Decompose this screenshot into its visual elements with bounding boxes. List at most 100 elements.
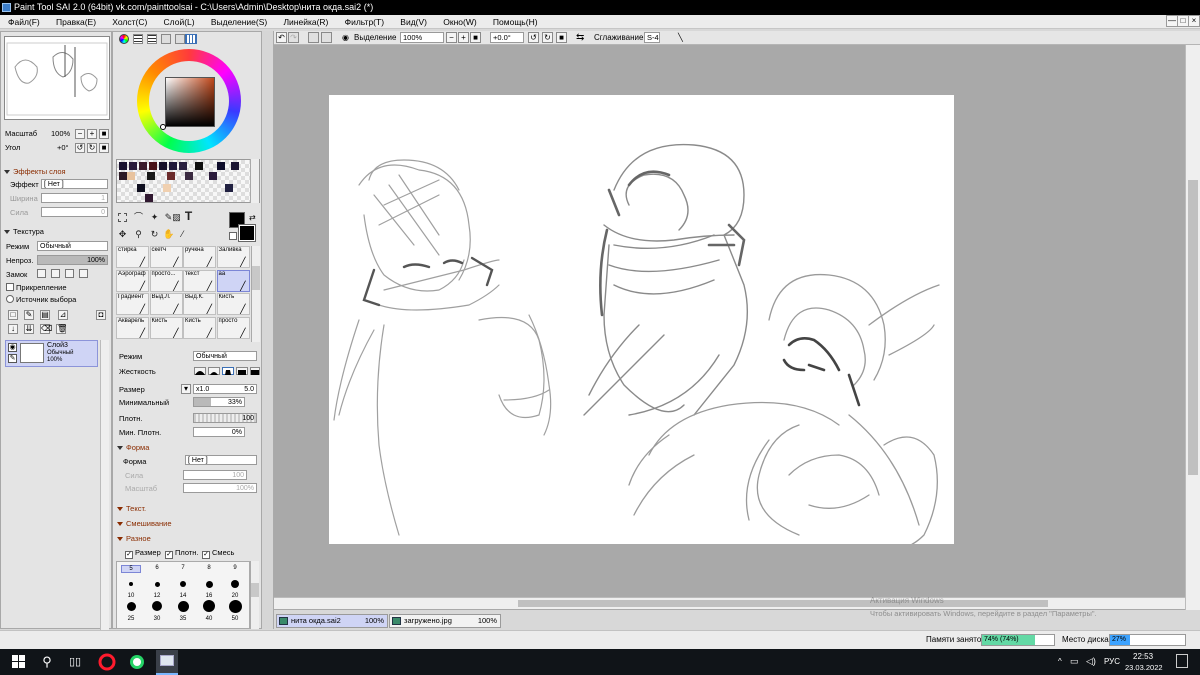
select-eraser-icon[interactable]: ▨	[171, 212, 182, 223]
panel-splitter[interactable]	[262, 31, 274, 629]
size-field[interactable]: x1.0 5.0	[193, 384, 257, 394]
vertical-scrollbar[interactable]	[1185, 45, 1200, 610]
layer-scrollbar[interactable]	[100, 340, 109, 646]
layer-pen-icon[interactable]: ✎	[8, 354, 17, 363]
brush-size-dot[interactable]	[126, 601, 136, 611]
brush-slot[interactable]: Кисть ╱	[216, 293, 250, 315]
navigator-preview[interactable]	[4, 36, 110, 120]
task-view-icon[interactable]: ▯▯	[66, 653, 84, 671]
selection-source-checkbox[interactable]: Источник выбора	[6, 295, 76, 304]
transparent-color-icon[interactable]	[229, 232, 237, 240]
painttool-sai-taskbar-icon[interactable]	[156, 650, 178, 675]
color-swatch[interactable]	[169, 162, 177, 170]
color-swatch[interactable]	[167, 172, 175, 180]
canvas-paper[interactable]	[329, 95, 954, 544]
brush-size-dot[interactable]	[231, 580, 239, 588]
color-swatches[interactable]	[116, 159, 260, 203]
rotate-tool-icon[interactable]: ↻	[149, 229, 160, 240]
color-wheel-mode-icon[interactable]	[119, 34, 129, 44]
close-button[interactable]: ×	[1188, 15, 1200, 27]
notifications-icon[interactable]	[1176, 654, 1188, 668]
color-swatch[interactable]	[163, 184, 171, 192]
network-icon[interactable]: ▭	[1070, 656, 1079, 667]
hardness-selector[interactable]	[193, 365, 260, 377]
clear-layer-button[interactable]: ⌫	[40, 324, 52, 334]
brush-slot[interactable]: просто... ╱	[149, 269, 183, 292]
transfer-down-button[interactable]: ↓	[8, 324, 18, 334]
menu-file[interactable]: Файл(F)	[0, 15, 46, 29]
brush-slot[interactable]: текст ╱	[183, 269, 216, 292]
toolbar-rotate-left-button[interactable]: ↺	[528, 32, 539, 43]
tab-document-2[interactable]: загружено.jpg 100%	[389, 614, 501, 628]
texture-header[interactable]: Текстура	[4, 227, 44, 236]
angle-field[interactable]: +0.0°	[490, 32, 524, 43]
lasso-icon[interactable]: ⌒	[133, 212, 144, 223]
brush-slot[interactable]: Градиент ╱	[116, 293, 149, 315]
rotate-reset-button[interactable]: ■	[99, 143, 109, 153]
min-density-slider[interactable]: 0%	[193, 427, 245, 437]
swap-colors-icon[interactable]: ⇄	[249, 213, 256, 222]
size-dropdown-button[interactable]: ▾	[181, 384, 191, 394]
menu-edit[interactable]: Правка(E)	[48, 15, 102, 29]
delete-layer-icon[interactable]: 🗑	[56, 324, 67, 334]
hand-tool-icon[interactable]: ✋	[163, 229, 174, 240]
menu-window[interactable]: Окно(W)	[435, 15, 482, 29]
layer-effects-header[interactable]: Эффекты слоя	[4, 167, 66, 176]
scratchpad-mode-icon[interactable]	[185, 34, 197, 44]
select-rect-icon[interactable]	[118, 213, 127, 222]
brush-size-dot[interactable]	[228, 599, 242, 613]
opacity-slider[interactable]: 100%	[37, 255, 108, 265]
swatches-mode-icon[interactable]	[175, 34, 185, 44]
pressure-density-checkbox[interactable]: ✓ Плотн.	[165, 548, 199, 559]
misc-header[interactable]: Разное	[117, 534, 151, 543]
brush-slot[interactable]: Акварель ╱	[116, 316, 149, 339]
windows-start-icon[interactable]	[10, 653, 28, 671]
background-color[interactable]	[238, 224, 256, 242]
whatsapp-icon[interactable]	[128, 653, 146, 671]
brush-size-preset[interactable]: 5	[121, 565, 141, 573]
saturation-value-square[interactable]	[165, 77, 215, 127]
menu-help[interactable]: Помощь(H)	[485, 15, 544, 29]
pressure-size-checkbox[interactable]: ✓ Размер	[125, 548, 161, 559]
brush-slot[interactable]: Кисть ╱	[149, 316, 183, 339]
scale-value[interactable]: 100%	[51, 129, 70, 138]
color-swatch[interactable]	[137, 184, 145, 192]
menu-ruler[interactable]: Линейка(R)	[275, 15, 334, 29]
brush-size-dot[interactable]	[177, 600, 189, 612]
new-linework-layer-button[interactable]: ✎	[24, 310, 34, 320]
new-folder-button[interactable]: ▤	[40, 310, 50, 320]
redo-button[interactable]: ↷	[288, 32, 299, 43]
layer-mask-button[interactable]: ◘	[96, 310, 106, 320]
brush-size-dot[interactable]	[129, 582, 133, 586]
brush-size-dot[interactable]	[152, 601, 162, 611]
flip-horizontal-icon[interactable]: ⇆	[576, 32, 584, 43]
deselect-button[interactable]	[308, 32, 319, 43]
eyedropper-icon[interactable]: ⁄	[177, 229, 188, 240]
brush-slot[interactable]: Заливка ╱	[216, 246, 250, 268]
rgb-slider-mode-icon[interactable]	[133, 34, 143, 44]
stabilizer-select[interactable]: S-4	[644, 32, 660, 43]
brush-grid-scrollbar[interactable]	[251, 246, 260, 342]
color-swatch[interactable]	[231, 162, 239, 170]
color-swatch[interactable]	[159, 162, 167, 170]
brush-slot[interactable]: Выд.Л. ╱	[149, 293, 183, 315]
pressure-blend-checkbox[interactable]: ✓ Смесь	[202, 548, 234, 559]
zoom-reset-button[interactable]: ■	[99, 129, 109, 139]
swatch-scrollbar[interactable]	[250, 159, 259, 203]
color-picker-handle[interactable]	[160, 124, 166, 130]
toolbar-zoom-reset-button[interactable]: ■	[470, 32, 481, 43]
zoom-in-button[interactable]: +	[87, 129, 97, 139]
horizontal-scrollbar[interactable]	[274, 597, 1185, 609]
color-swatch[interactable]	[195, 162, 203, 170]
effect-select[interactable]: [ Нет ]	[41, 179, 108, 189]
min-size-slider[interactable]: 33%	[193, 397, 245, 407]
brush-slot[interactable]: аа ╱	[216, 269, 250, 292]
layer-row[interactable]: ◉ ✎ Слой3 Обычный 100%	[5, 340, 98, 367]
hsv-slider-mode-icon[interactable]	[147, 34, 157, 44]
color-swatch[interactable]	[225, 184, 233, 192]
menu-view[interactable]: Вид(V)	[392, 15, 433, 29]
shape-strength-slider[interactable]: 100	[183, 470, 247, 480]
brush-size-preset[interactable]: 9	[225, 565, 245, 571]
color-swatch[interactable]	[129, 162, 137, 170]
shape-select[interactable]: [ Нет ]	[185, 455, 257, 465]
